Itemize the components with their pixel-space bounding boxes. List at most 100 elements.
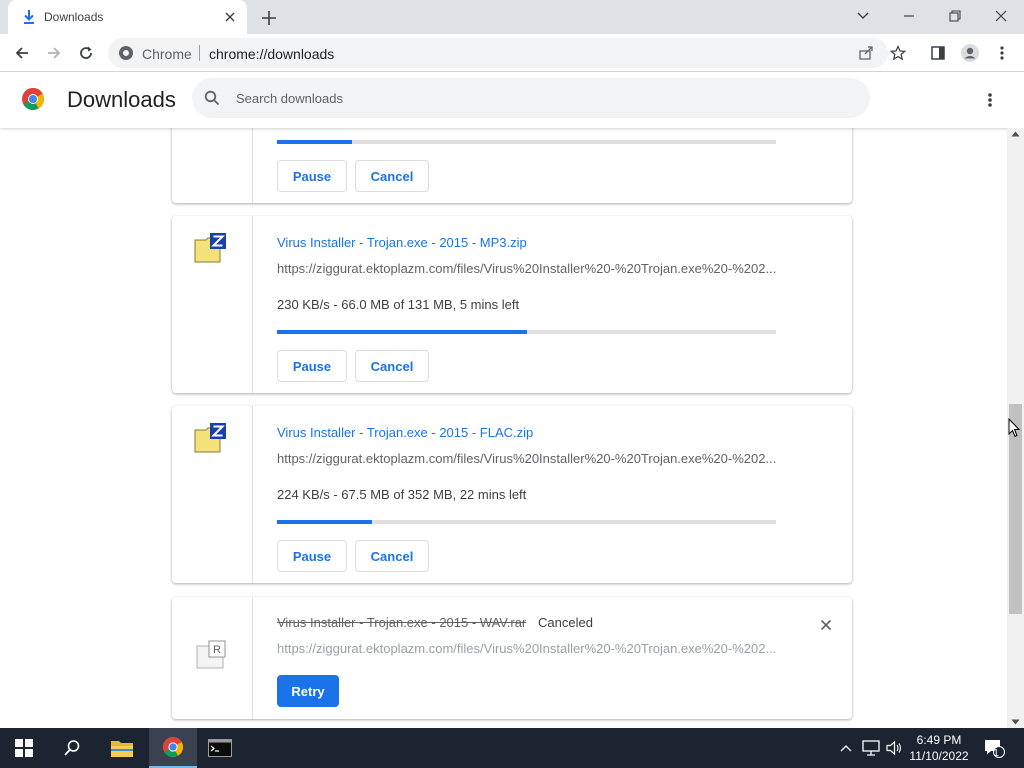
start-button[interactable] [0,728,48,768]
site-label: Chrome [142,46,192,62]
side-panel-icon [931,46,945,60]
search-icon [204,90,220,106]
tab-search-button[interactable] [840,0,886,32]
reload-icon [80,46,92,59]
share-button[interactable] [856,43,876,63]
file-name-text: Virus Installer - Trojan.exe - 2015 - WA… [277,615,527,630]
minimize-icon [904,15,914,17]
canceled-status: Canceled [538,615,593,630]
progress-bar [277,330,776,334]
downloads-header: Downloads [0,72,1024,128]
cancel-button[interactable]: Cancel [355,350,429,382]
speaker-icon [886,740,902,756]
bookmark-button[interactable] [884,39,912,67]
tab-title: Downloads [44,10,104,24]
network-icon [862,740,880,756]
downloads-more-button[interactable] [978,88,1002,112]
zip-file-icon [194,423,226,453]
new-tab-icon[interactable] [258,7,280,29]
file-explorer-button[interactable] [98,728,146,768]
card-divider [252,406,253,583]
terminal-icon [208,739,232,757]
reload-button[interactable] [72,39,100,67]
progress-fill [277,330,527,334]
volume-button[interactable] [884,728,904,768]
page-title: Downloads [67,87,176,112]
chrome-site-icon [119,46,133,60]
restore-icon [949,10,961,22]
download-card: Virus Installer - Trojan.exe - 2015 - MP… [172,216,852,393]
file-name-link[interactable]: Virus Installer - Trojan.exe - 2015 - MP… [277,235,527,250]
clock-time: 6:49 PM [916,733,962,747]
file-url-link[interactable]: https://ziggurat.ektoplazm.com/files/Vir… [277,261,776,276]
back-arrow-icon [15,47,28,59]
search-input[interactable] [236,78,836,118]
network-button[interactable] [860,728,882,768]
scroll-down-arrow-icon[interactable] [1011,719,1020,725]
windows-logo-icon [15,739,33,757]
download-status-text: 230 KB/s - 66.0 MB of 131 MB, 5 mins lef… [277,297,520,312]
forward-arrow-icon [48,47,61,59]
pause-button[interactable]: Pause [277,540,347,572]
close-window-button[interactable] [978,0,1024,32]
notifications-button[interactable]: 1 [980,728,1008,768]
minimize-button[interactable] [886,0,932,32]
search-icon [64,740,80,756]
file-url-link[interactable]: https://ziggurat.ektoplazm.com/files/Vir… [277,451,776,466]
cancel-button[interactable]: Cancel [355,160,429,192]
cancel-button[interactable]: Cancel [355,540,429,572]
taskbar-search-button[interactable] [48,728,96,768]
download-card: Pause Cancel [172,128,852,203]
downloads-list: Pause Cancel Virus Installer - Trojan.ex… [0,128,1024,728]
close-icon [995,10,1007,22]
share-icon [859,46,873,60]
kebab-menu-icon [1000,46,1004,60]
download-card: Virus Installer - Trojan.exe - 2015 - FL… [172,406,852,583]
card-divider [252,128,253,203]
progress-fill [277,140,352,144]
remove-from-list-icon[interactable] [818,617,834,633]
scroll-up-arrow-icon[interactable] [1011,131,1020,137]
notification-count: 1 [993,748,999,759]
progress-bar [277,140,776,144]
progress-bar [277,520,776,524]
back-button[interactable] [8,39,36,67]
svg-text:R: R [213,644,221,656]
menu-button[interactable] [988,39,1016,67]
tab-strip: Downloads [0,0,1024,34]
folder-icon [111,741,133,757]
chevron-down-icon [857,12,869,19]
taskbar-clock[interactable]: 6:49 PM 11/10/2022 [904,732,974,764]
star-icon [890,45,906,61]
chrome-taskbar-button[interactable] [149,728,197,768]
rar-file-icon: R [196,640,226,669]
restore-button[interactable] [932,0,978,32]
download-icon [24,10,34,24]
show-hidden-icons-button[interactable] [836,728,856,768]
avatar-icon [961,44,979,62]
url-text[interactable]: chrome://downloads [209,46,334,62]
download-card: R Virus Installer - Trojan.exe - 2015 - … [172,597,852,719]
file-name-link[interactable]: Virus Installer - Trojan.exe - 2015 - FL… [277,425,533,440]
zip-file-icon [194,233,226,263]
profile-button[interactable] [956,39,984,67]
file-url-text: https://ziggurat.ektoplazm.com/files/Vir… [277,641,777,656]
windows-taskbar: 6:49 PM 11/10/2022 1 [0,728,1024,768]
chevron-up-icon [840,745,852,752]
search-box[interactable] [192,78,870,118]
tab-downloads[interactable]: Downloads [8,0,247,34]
retry-button[interactable]: Retry [277,675,339,707]
address-bar[interactable]: Chrome chrome://downloads [108,38,888,68]
chrome-logo-icon [22,88,44,110]
forward-button[interactable] [40,39,68,67]
tab-close-icon[interactable] [221,8,239,26]
pause-button[interactable]: Pause [277,160,347,192]
clock-date: 11/10/2022 [909,749,969,763]
pause-button[interactable]: Pause [277,350,347,382]
terminal-taskbar-button[interactable] [196,728,244,768]
kebab-menu-icon [988,93,992,107]
side-panel-button[interactable] [924,39,952,67]
browser-toolbar: Chrome chrome://downloads [0,34,1024,72]
mouse-cursor-icon [1008,418,1020,438]
chrome-logo-icon [162,736,184,758]
